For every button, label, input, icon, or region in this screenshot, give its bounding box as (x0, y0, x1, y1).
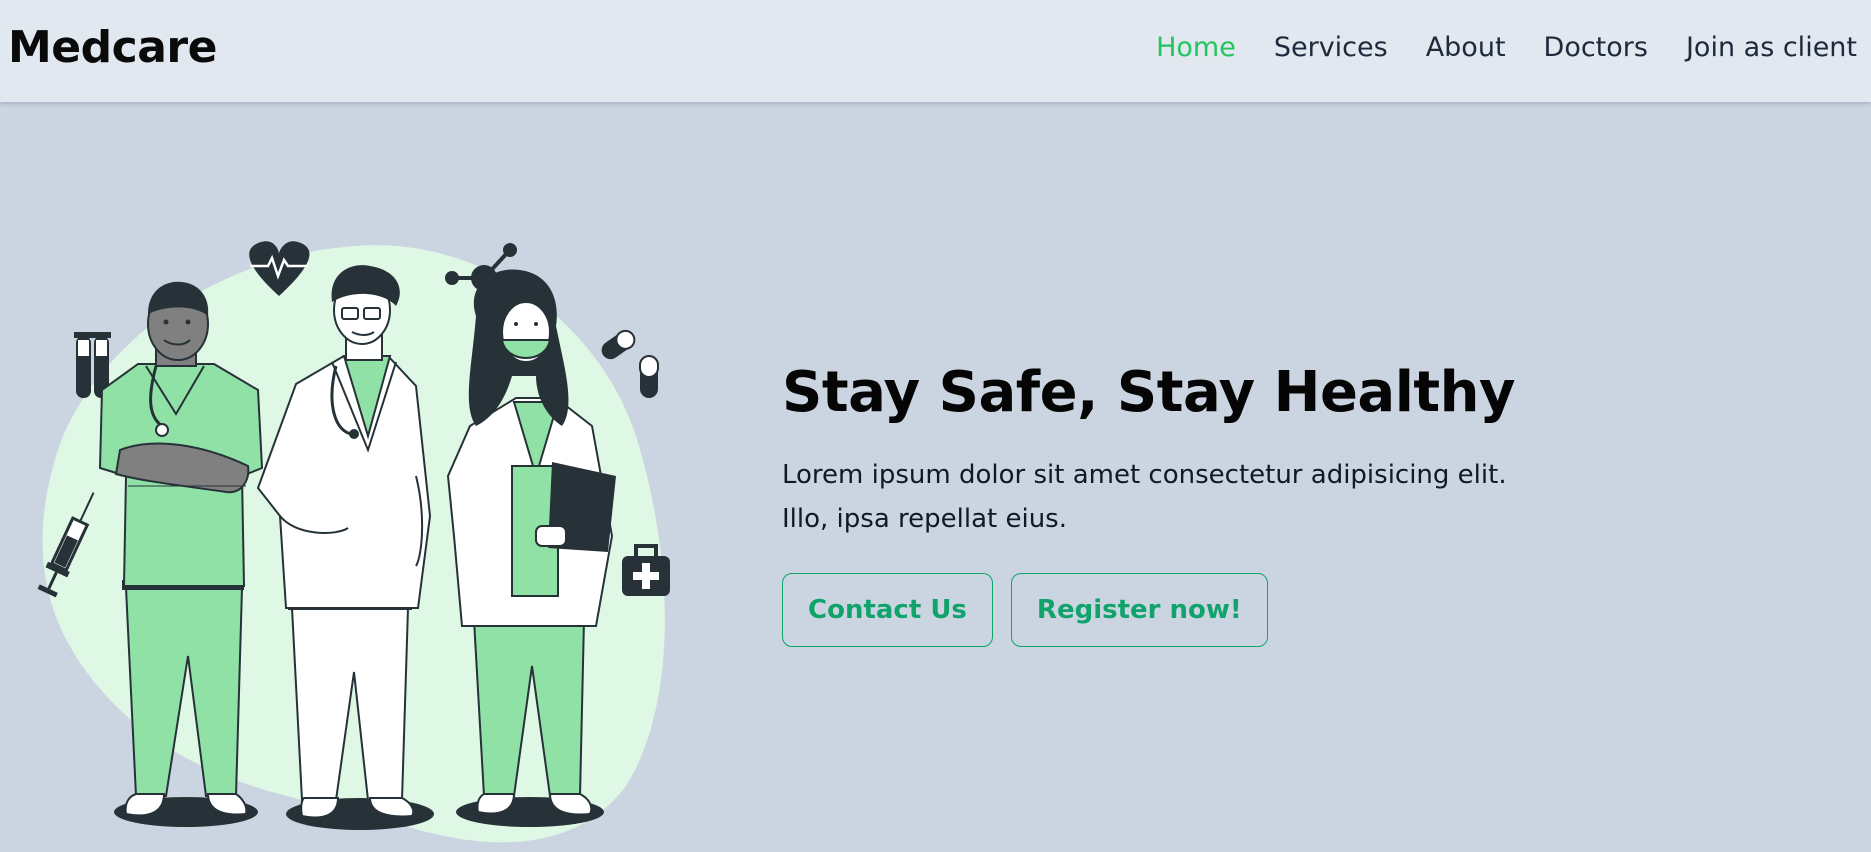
hero-description-line-2: Illo, ipsa repellat eius. (782, 504, 1067, 534)
contact-us-button[interactable]: Contact Us (782, 573, 993, 647)
hero-title: Stay Safe, Stay Healthy (782, 360, 1516, 425)
hero-illustration (36, 236, 680, 844)
navbar: Medcare Home Services About Doctors Join… (0, 0, 1871, 102)
nav-item-doctors[interactable]: Doctors (1525, 32, 1667, 63)
hero-section: Stay Safe, Stay Healthy Lorem ipsum dolo… (782, 360, 1542, 647)
nav-item-services[interactable]: Services (1255, 32, 1407, 63)
nav-menu: Home Services About Doctors Join as clie… (1137, 32, 1857, 63)
hero-description-line-1: Lorem ipsum dolor sit amet consectetur a… (782, 460, 1507, 490)
nav-item-join-as-client[interactable]: Join as client (1667, 32, 1857, 63)
brand-logo[interactable]: Medcare (8, 22, 217, 73)
hero-buttons: Contact Us Register now! (782, 573, 1542, 647)
register-now-button[interactable]: Register now! (1010, 573, 1268, 647)
nav-item-about[interactable]: About (1407, 32, 1525, 63)
hero-description: Lorem ipsum dolor sit amet consectetur a… (782, 453, 1542, 541)
nav-item-home[interactable]: Home (1137, 32, 1255, 63)
doctors-illustration (37, 241, 670, 843)
